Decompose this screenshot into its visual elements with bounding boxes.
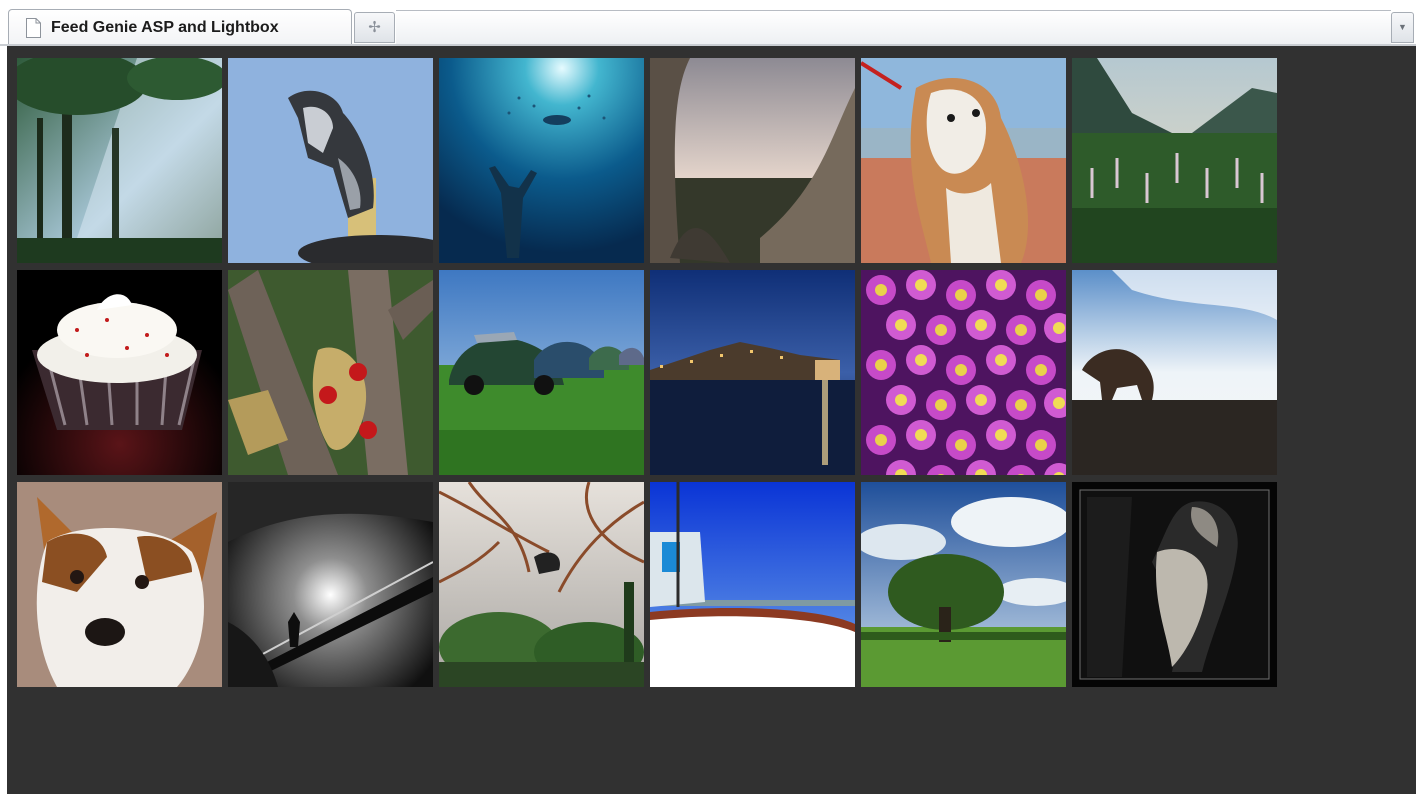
photo-monkey-silhouette: [1072, 270, 1277, 475]
photo-bulldog: [861, 58, 1066, 263]
thumbnail-bulldog-hood-ornament[interactable]: [228, 58, 433, 263]
thumbnail-bulldog[interactable]: [861, 58, 1066, 263]
thumbnail-terrier-dog[interactable]: [17, 482, 222, 687]
chevron-down-icon: ▼: [1398, 22, 1407, 32]
thumbnail-forest-sunbeams[interactable]: [17, 58, 222, 263]
photo-tree-ornament: [228, 270, 433, 475]
thumbnail-underwater-statue-diver[interactable]: [439, 58, 644, 263]
page-content: [7, 46, 1416, 794]
photo-blue-sky-building: [650, 482, 855, 687]
thumbnail-harbor-town-night[interactable]: [650, 270, 855, 475]
photo-vintage-cars-field: [439, 270, 644, 475]
tab-active[interactable]: Feed Genie ASP and Lightbox: [8, 9, 352, 44]
thumbnail-mountain-meadow[interactable]: [1072, 58, 1277, 263]
photo-mountain-meadow: [1072, 58, 1277, 263]
thumbnail-monkey-silhouette[interactable]: [1072, 270, 1277, 475]
photo-branches-sky: [439, 482, 644, 687]
thumbnail-dark-portrait[interactable]: [1072, 482, 1277, 687]
photo-dark-portrait: [1072, 482, 1277, 687]
thumbnail-tree-ornament[interactable]: [228, 270, 433, 475]
photo-harbor-town-night: [650, 270, 855, 475]
plus-icon: ✢: [368, 19, 381, 36]
photo-oak-tree-field: [861, 482, 1066, 687]
thumbnail-branches-sky[interactable]: [439, 482, 644, 687]
thumbnail-blue-sky-building[interactable]: [650, 482, 855, 687]
tab-title: Feed Genie ASP and Lightbox: [51, 19, 279, 36]
thumbnail-rock-arch-landscape[interactable]: [650, 58, 855, 263]
photo-bulldog-hood-ornament: [228, 58, 433, 263]
window-frame-left: [0, 46, 7, 794]
photo-underwater-statue-diver: [439, 58, 644, 263]
photo-purple-daisies: [861, 270, 1066, 475]
photo-cupcake: [17, 270, 222, 475]
photo-rock-arch-landscape: [650, 58, 855, 263]
thumbnail-grid: [17, 58, 1277, 687]
thumbnail-purple-daisies[interactable]: [861, 270, 1066, 475]
photo-terrier-dog: [17, 482, 222, 687]
photo-forest-sunbeams: [17, 58, 222, 263]
new-tab-button[interactable]: ✢: [354, 12, 395, 43]
thumbnail-bridge-reflection-bw[interactable]: [228, 482, 433, 687]
photo-bridge-reflection-bw: [228, 482, 433, 687]
thumbnail-cupcake[interactable]: [17, 270, 222, 475]
thumbnail-vintage-cars-field[interactable]: [439, 270, 644, 475]
tab-strip: [396, 10, 1391, 44]
thumbnail-oak-tree-field[interactable]: [861, 482, 1066, 687]
page-icon: [26, 18, 41, 38]
tab-list-button[interactable]: ▼: [1391, 12, 1414, 43]
tab-bar: Feed Genie ASP and Lightbox ✢ ▼: [0, 0, 1416, 46]
